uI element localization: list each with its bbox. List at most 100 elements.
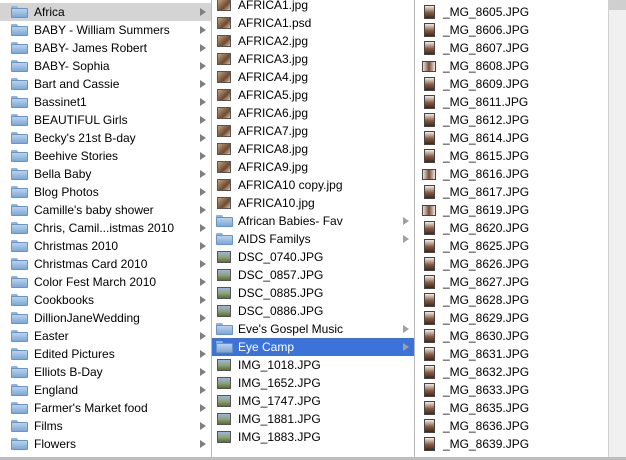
folder-row[interactable]: Christmas 2010 bbox=[0, 237, 211, 255]
file-row[interactable]: _MG_8605.JPG bbox=[416, 3, 609, 21]
file-row[interactable]: _MG_8630.JPG bbox=[416, 327, 609, 345]
file-row[interactable]: AFRICA1.jpg bbox=[212, 0, 414, 14]
image-thumbnail-icon bbox=[422, 169, 436, 180]
image-thumbnail-icon bbox=[424, 257, 435, 271]
folder-row[interactable]: Africa bbox=[0, 3, 211, 21]
eye-camp-contents-column[interactable]: _MG_8605.JPG _MG_8606.JPG _MG_8607.JPG _MG_… bbox=[416, 0, 609, 460]
folder-row[interactable]: Beehive Stories bbox=[0, 147, 211, 165]
folder-row[interactable]: Blog Photos bbox=[0, 183, 211, 201]
file-row[interactable]: AFRICA9.jpg bbox=[212, 158, 414, 176]
folder-row[interactable]: DillionJaneWedding bbox=[0, 309, 211, 327]
file-row[interactable]: DSC_0886.JPG bbox=[212, 302, 414, 320]
folder-row[interactable]: Chris, Camil...istmas 2010 bbox=[0, 219, 211, 237]
item-label: AFRICA1.psd bbox=[238, 16, 312, 30]
folder-row[interactable]: Christmas Card 2010 bbox=[0, 255, 211, 273]
file-row[interactable]: AFRICA7.jpg bbox=[212, 122, 414, 140]
file-row[interactable]: _MG_8626.JPG bbox=[416, 255, 609, 273]
image-thumbnail-icon bbox=[424, 239, 435, 253]
folder-row[interactable]: Color Fest March 2010 bbox=[0, 273, 211, 291]
file-row[interactable]: _MG_8612.JPG bbox=[416, 111, 609, 129]
folder-row[interactable]: Bart and Cassie bbox=[0, 75, 211, 93]
file-row[interactable]: _MG_8627.JPG bbox=[416, 273, 609, 291]
folder-row[interactable]: Films bbox=[0, 417, 211, 435]
file-row[interactable]: AFRICA3.jpg bbox=[212, 50, 414, 68]
file-row[interactable]: AFRICA6.jpg bbox=[212, 104, 414, 122]
folder-row[interactable]: Easter bbox=[0, 327, 211, 345]
file-row[interactable]: IMG_1883.JPG bbox=[212, 428, 414, 446]
folder-icon bbox=[11, 384, 28, 396]
file-row[interactable]: _MG_8635.JPG bbox=[416, 399, 609, 417]
file-row[interactable]: _MG_8617.JPG bbox=[416, 183, 609, 201]
folder-row[interactable]: BABY- Sophia bbox=[0, 57, 211, 75]
file-row[interactable]: AFRICA1.psd bbox=[212, 14, 414, 32]
folder-row[interactable]: Bella Baby bbox=[0, 165, 211, 183]
file-row[interactable]: DSC_0857.JPG bbox=[212, 266, 414, 284]
folder-row[interactable]: Farmer's Market food bbox=[0, 399, 211, 417]
file-row[interactable]: _MG_8625.JPG bbox=[416, 237, 609, 255]
file-row[interactable]: _MG_8616.JPG bbox=[416, 165, 609, 183]
folder-row[interactable]: BEAUTIFUL Girls bbox=[0, 111, 211, 129]
item-label: Edited Pictures bbox=[34, 347, 115, 361]
folder-row[interactable]: Elliots B-Day bbox=[0, 363, 211, 381]
file-row[interactable]: IMG_1018.JPG bbox=[212, 356, 414, 374]
disclosure-arrow-icon bbox=[200, 422, 206, 430]
column-divider[interactable] bbox=[414, 0, 415, 460]
item-label: _MG_8606.JPG bbox=[443, 23, 530, 37]
item-label: AFRICA1.jpg bbox=[238, 0, 309, 12]
folder-row[interactable]: Becky's 21st B-day bbox=[0, 129, 211, 147]
file-row[interactable]: _MG_8636.JPG bbox=[416, 417, 609, 435]
image-thumbnail-icon bbox=[217, 395, 231, 407]
folder-row[interactable]: BABY- James Robert bbox=[0, 39, 211, 57]
file-row[interactable]: AFRICA4.jpg bbox=[212, 68, 414, 86]
folder-row[interactable]: African Babies- Fav bbox=[212, 212, 414, 230]
africa-contents-column[interactable]: AFRICA1.jpg AFRICA1.psd AFRICA2.jpg AFRICA3… bbox=[212, 0, 414, 460]
file-row[interactable]: IMG_1747.JPG bbox=[212, 392, 414, 410]
file-row[interactable]: _MG_8629.JPG bbox=[416, 309, 609, 327]
image-thumbnail-icon bbox=[424, 419, 435, 433]
file-row[interactable]: _MG_8614.JPG bbox=[416, 129, 609, 147]
file-row[interactable]: AFRICA8.jpg bbox=[212, 140, 414, 158]
item-label: AFRICA10 copy.jpg bbox=[238, 178, 343, 192]
file-row[interactable]: AFRICA10 copy.jpg bbox=[212, 176, 414, 194]
file-row[interactable]: _MG_8631.JPG bbox=[416, 345, 609, 363]
file-row[interactable]: IMG_1881.JPG bbox=[212, 410, 414, 428]
folder-row[interactable]: Flowers bbox=[0, 435, 211, 453]
folder-row[interactable]: Edited Pictures bbox=[0, 345, 211, 363]
vertical-scrollbar[interactable] bbox=[608, 0, 626, 460]
file-row[interactable]: _MG_8608.JPG bbox=[416, 57, 609, 75]
file-row[interactable]: _MG_8620.JPG bbox=[416, 219, 609, 237]
item-label: _MG_8616.JPG bbox=[443, 167, 530, 181]
folder-row[interactable]: Eye Camp bbox=[212, 338, 414, 356]
file-row[interactable]: DSC_0740.JPG bbox=[212, 248, 414, 266]
file-row[interactable]: AFRICA10.jpg bbox=[212, 194, 414, 212]
file-row[interactable]: _MG_8606.JPG bbox=[416, 21, 609, 39]
item-label: Easter bbox=[34, 329, 69, 343]
folder-icon bbox=[11, 150, 28, 162]
file-row[interactable]: _MG_8607.JPG bbox=[416, 39, 609, 57]
file-row[interactable]: _MG_8611.JPG bbox=[416, 93, 609, 111]
folder-row[interactable]: England bbox=[0, 381, 211, 399]
file-row[interactable]: _MG_8619.JPG bbox=[416, 201, 609, 219]
item-label: Christmas 2010 bbox=[34, 239, 119, 253]
folder-row[interactable]: Bassinet1 bbox=[0, 93, 211, 111]
folder-row[interactable]: Cookbooks bbox=[0, 291, 211, 309]
item-label: DSC_0886.JPG bbox=[238, 304, 324, 318]
folder-row[interactable]: Eve's Gospel Music bbox=[212, 320, 414, 338]
file-row[interactable]: IMG_1652.JPG bbox=[212, 374, 414, 392]
file-row[interactable]: _MG_8633.JPG bbox=[416, 381, 609, 399]
file-row[interactable]: _MG_8628.JPG bbox=[416, 291, 609, 309]
item-label: AFRICA9.jpg bbox=[238, 160, 309, 174]
file-row[interactable]: AFRICA2.jpg bbox=[212, 32, 414, 50]
file-row[interactable]: DSC_0885.JPG bbox=[212, 284, 414, 302]
file-row[interactable]: _MG_8615.JPG bbox=[416, 147, 609, 165]
file-row[interactable]: _MG_8639.JPG bbox=[416, 435, 609, 453]
item-label: IMG_1747.JPG bbox=[238, 394, 321, 408]
image-thumbnail-icon bbox=[424, 149, 435, 163]
file-row[interactable]: AFRICA5.jpg bbox=[212, 86, 414, 104]
folder-row[interactable]: AIDS Familys bbox=[212, 230, 414, 248]
folder-row[interactable]: Camille's baby shower bbox=[0, 201, 211, 219]
file-row[interactable]: _MG_8609.JPG bbox=[416, 75, 609, 93]
file-row[interactable]: _MG_8632.JPG bbox=[416, 363, 609, 381]
folder-list-column[interactable]: Africa BABY - William Summers BABY- James … bbox=[0, 0, 211, 460]
folder-row[interactable]: BABY - William Summers bbox=[0, 21, 211, 39]
